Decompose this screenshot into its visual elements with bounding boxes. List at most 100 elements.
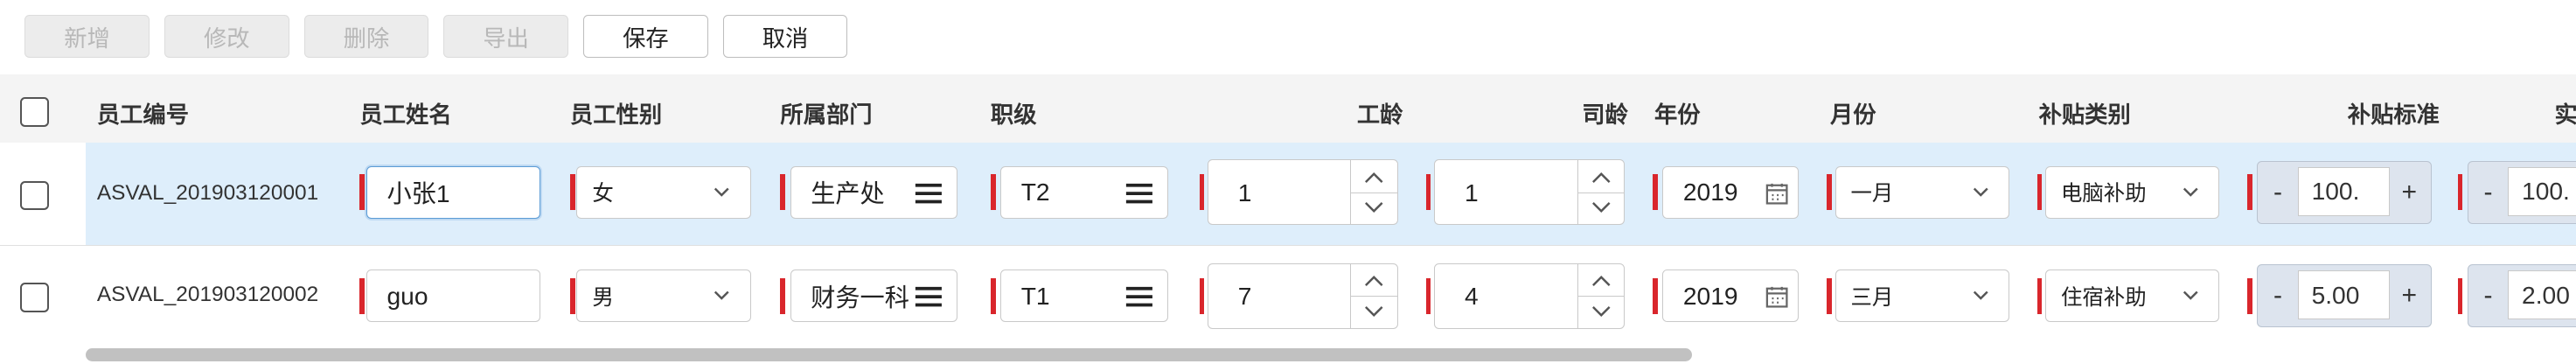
required-marker (780, 174, 786, 211)
decrement-button[interactable]: - (2468, 265, 2508, 326)
month-value: 三月 (1850, 285, 1894, 310)
chevron-up-icon[interactable] (1591, 274, 1612, 287)
grid-header: 员工编号 员工姓名 员工性别 所属部门 职级 工龄 司龄 年份 月份 补贴类别 … (0, 74, 2576, 144)
gender-select[interactable]: 男 (576, 270, 751, 323)
menu-icon[interactable] (1124, 182, 1154, 205)
chevron-up-icon[interactable] (1591, 171, 1612, 184)
chevron-down-icon[interactable] (1591, 201, 1612, 214)
required-marker (1425, 277, 1431, 314)
col-subsidy-type[interactable]: 补贴类别 (2039, 95, 2131, 130)
decrement-button[interactable]: - (2468, 162, 2508, 222)
increment-button[interactable]: + (2390, 162, 2429, 222)
decrement-button[interactable]: - (2258, 265, 2297, 326)
col-actual[interactable]: 实 (2555, 95, 2576, 130)
subsidy-type-value: 住宿补助 (2061, 285, 2147, 310)
work-years-spinner[interactable]: 7 (1207, 262, 1398, 329)
actual-input[interactable]: 100. (2508, 166, 2576, 217)
add-button[interactable]: 新增 (24, 14, 150, 58)
subsidy-std-stepper[interactable]: - 5.00 + (2257, 264, 2432, 327)
company-years-spinner[interactable]: 1 (1434, 159, 1626, 226)
actual-stepper[interactable]: - 2.00 (2467, 264, 2576, 327)
col-month[interactable]: 月份 (1830, 95, 1876, 130)
level-picker[interactable]: T1 (1000, 270, 1168, 323)
required-marker (2036, 174, 2043, 211)
required-marker (1827, 174, 1832, 211)
subsidy-type-select[interactable]: 住宿补助 (2045, 270, 2220, 323)
required-marker (990, 277, 996, 314)
calendar-icon[interactable] (1765, 285, 1788, 308)
menu-icon[interactable] (914, 182, 943, 205)
chevron-down-icon (1973, 187, 1988, 197)
emp-name-input[interactable]: 小张1 (366, 165, 541, 219)
year-picker[interactable]: 2019 (1662, 270, 1800, 323)
calendar-icon[interactable] (1765, 182, 1788, 205)
company-years-spinner[interactable]: 4 (1434, 262, 1626, 329)
work-years-value: 1 (1237, 178, 1252, 206)
spinner-arrows[interactable] (1350, 160, 1397, 225)
dept-value: 生产处 (811, 179, 885, 208)
table-row[interactable]: ASVAL_201903120001 小张1 女 生产处 T2 1 1 2019… (0, 143, 2576, 246)
col-emp-name[interactable]: 员工姓名 (359, 95, 451, 130)
required-marker (990, 174, 996, 211)
chevron-down-icon[interactable] (1591, 305, 1612, 318)
required-marker (1199, 174, 1205, 211)
col-company-years[interactable]: 司龄 (1582, 95, 1628, 130)
cancel-button[interactable]: 取消 (722, 14, 848, 58)
year-picker[interactable]: 2019 (1662, 165, 1800, 219)
spinner-arrows[interactable] (1577, 160, 1625, 225)
chevron-down-icon[interactable] (1364, 201, 1384, 214)
chevron-down-icon (714, 290, 730, 300)
emp-no-cell: ASVAL_201903120001 (96, 180, 319, 205)
chevron-up-icon[interactable] (1364, 171, 1384, 184)
menu-icon[interactable] (1124, 285, 1154, 308)
col-subsidy-std[interactable]: 补贴标准 (2348, 95, 2440, 130)
spinner-arrows[interactable] (1350, 263, 1397, 328)
decrement-button[interactable]: - (2258, 162, 2297, 222)
required-marker (1199, 277, 1205, 314)
dept-picker[interactable]: 生产处 (790, 165, 958, 219)
col-level[interactable]: 职级 (991, 95, 1037, 130)
required-marker (2247, 174, 2252, 211)
col-emp-no[interactable]: 员工编号 (97, 95, 189, 130)
actual-input[interactable]: 2.00 (2508, 270, 2576, 320)
required-marker (1653, 277, 1658, 314)
month-select[interactable]: 三月 (1835, 270, 2009, 323)
emp-name-input[interactable]: guo (366, 270, 541, 323)
save-button[interactable]: 保存 (582, 14, 708, 58)
year-value: 2019 (1682, 281, 1738, 310)
spinner-arrows[interactable] (1577, 263, 1625, 328)
col-gender[interactable]: 员工性别 (570, 95, 662, 130)
chevron-down-icon[interactable] (1364, 305, 1384, 318)
menu-icon[interactable] (914, 285, 943, 308)
subsidy-std-stepper[interactable]: - 100. + (2257, 161, 2432, 224)
actual-stepper[interactable]: - 100. (2467, 161, 2576, 224)
row-checkbox[interactable] (19, 180, 50, 211)
export-button[interactable]: 导出 (443, 14, 569, 58)
level-picker[interactable]: T2 (1000, 165, 1168, 219)
subsidy-std-input[interactable]: 100. (2297, 166, 2390, 217)
month-value: 一月 (1850, 182, 1894, 206)
chevron-down-icon (2183, 187, 2198, 197)
select-all-checkbox[interactable] (19, 96, 50, 127)
col-year[interactable]: 年份 (1654, 95, 1701, 130)
work-years-value: 7 (1237, 282, 1252, 311)
required-marker (2457, 277, 2463, 314)
horizontal-scrollbar[interactable] (85, 348, 1693, 362)
subsidy-type-select[interactable]: 电脑补助 (2045, 165, 2220, 219)
col-work-years[interactable]: 工龄 (1357, 95, 1403, 130)
dept-picker[interactable]: 财务一科 (790, 270, 958, 323)
row-checkbox[interactable] (19, 283, 50, 312)
month-select[interactable]: 一月 (1835, 165, 2009, 219)
subsidy-type-value: 电脑补助 (2061, 182, 2147, 206)
edit-button[interactable]: 修改 (164, 14, 289, 58)
subsidy-std-input[interactable]: 5.00 (2297, 270, 2390, 320)
col-dept[interactable]: 所属部门 (780, 95, 872, 130)
gender-select[interactable]: 女 (576, 165, 751, 219)
level-value: T1 (1020, 281, 1050, 310)
gender-value: 男 (592, 285, 614, 310)
table-row[interactable]: ASVAL_201903120002 guo 男 财务一科 T1 7 4 201… (0, 246, 2576, 342)
delete-button[interactable]: 删除 (303, 14, 429, 58)
chevron-up-icon[interactable] (1364, 274, 1384, 287)
increment-button[interactable]: + (2390, 265, 2429, 326)
work-years-spinner[interactable]: 1 (1207, 159, 1398, 226)
